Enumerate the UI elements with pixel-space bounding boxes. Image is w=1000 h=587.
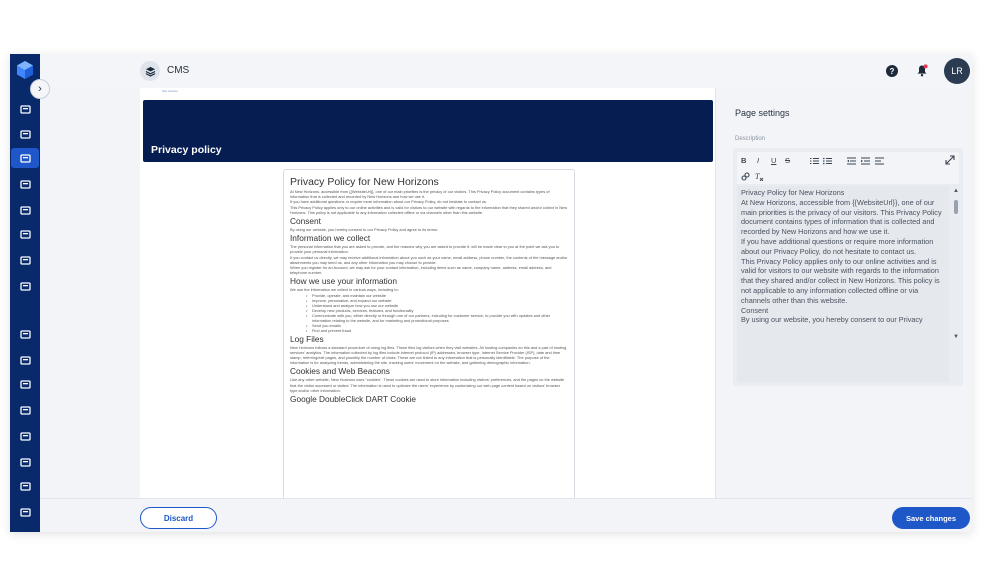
users-icon[interactable] (15, 502, 35, 522)
doc-heading: Consent (290, 216, 321, 227)
svg-text:?: ? (890, 67, 895, 76)
doc-paragraph: New Horizons follows a standard procedur… (290, 344, 567, 366)
calendar-icon[interactable] (15, 200, 35, 220)
save-changes-button[interactable]: Save changes (892, 507, 970, 529)
flag-icon[interactable] (15, 374, 35, 394)
description-editor: B I U S T Privacy Policy for New Horizon… (733, 148, 963, 386)
car-front-icon[interactable] (15, 400, 35, 420)
doc-heading: Cookies and Web Beacons (290, 366, 390, 377)
link-icon[interactable] (741, 172, 750, 181)
settings-title: Page settings (735, 108, 790, 118)
app-frame: › CMS ? LR Site Section Privacy policy P… (10, 54, 972, 532)
bold-button[interactable]: B (741, 156, 746, 165)
table-icon[interactable] (15, 250, 35, 270)
payments-icon[interactable] (15, 174, 35, 194)
editor-line: If you have additional questions or requ… (741, 236, 934, 256)
doc-paragraph: At New Horizons, accessible from {{Websi… (290, 189, 550, 200)
doc-paragraph: This Privacy Policy applies only to our … (290, 204, 568, 215)
doc-paragraph: When you register for an Account, we may… (290, 265, 552, 276)
policy-document[interactable]: Privacy Policy for New Horizons At New H… (283, 169, 575, 498)
editor-line: At New Horizons, accessible from {{Websi… (741, 197, 942, 237)
scroll-thumb[interactable] (954, 200, 958, 214)
scroll-up-icon[interactable]: ▲ (953, 188, 959, 194)
help-icon[interactable]: ? (886, 65, 898, 77)
list-item: Find and prevent fraud (306, 328, 568, 333)
indent-icon[interactable] (861, 157, 870, 165)
discard-button[interactable]: Discard (140, 507, 217, 529)
user-avatar[interactable]: LR (944, 58, 970, 84)
editor-line: This Privacy Policy applies only to our … (741, 256, 940, 305)
expand-sidebar-button[interactable]: › (30, 79, 50, 99)
description-label: Description (735, 136, 766, 142)
truck-icon[interactable] (15, 476, 35, 496)
doc-paragraph: Like any other website, New Horizons use… (290, 377, 565, 393)
notification-bell-icon[interactable] (916, 64, 928, 77)
car-icon[interactable] (15, 350, 35, 370)
list-item: Communicate with you, either directly or… (306, 313, 568, 323)
archive-icon[interactable] (15, 224, 35, 244)
top-bar: CMS ? LR (40, 54, 972, 88)
clear-format-icon[interactable]: T (755, 172, 764, 181)
logo-icon[interactable] (15, 60, 35, 80)
outdent-icon[interactable] (847, 157, 856, 165)
tools-icon[interactable] (15, 426, 35, 446)
doc-title: Privacy Policy for New Horizons (290, 176, 439, 188)
editor-line: By using our website, you hereby consent… (741, 315, 923, 325)
doc-heading: Google DoubleClick DART Cookie (290, 394, 417, 405)
bottom-action-bar: Discard Save changes (40, 498, 972, 532)
doc-heading: Log Files (290, 333, 324, 344)
doc-list: Provide, operate, and maintain our websi… (290, 293, 568, 333)
doc-paragraph: By using our website, you hereby consent… (290, 227, 439, 233)
scroll-down-icon[interactable]: ▼ (953, 334, 959, 340)
page-canvas: Site Section Privacy policy Privacy Poli… (140, 88, 716, 498)
align-left-icon[interactable] (875, 157, 884, 165)
page-settings-panel: Page settings Description B I U S T Priv… (717, 88, 972, 498)
cms-layers-icon (140, 61, 160, 81)
editor-line: Consent (741, 305, 769, 315)
hero-banner[interactable]: Privacy policy (143, 100, 713, 162)
grid-icon[interactable] (15, 324, 35, 344)
section-label: Site Section (162, 89, 179, 93)
dashboard-icon[interactable] (15, 99, 35, 119)
expand-editor-icon[interactable] (945, 155, 955, 165)
inbox-icon[interactable] (15, 124, 35, 144)
editor-toolbar: B I U S T (737, 152, 959, 184)
app-title: CMS (167, 65, 190, 76)
underline-button[interactable]: U (771, 156, 776, 165)
doc-heading: How we use your information (290, 276, 397, 287)
doc-paragraph: The personal information that you are as… (290, 244, 560, 255)
bullet-list-icon[interactable] (823, 157, 832, 165)
hero-title: Privacy policy (151, 144, 222, 156)
vehicle-icon[interactable] (15, 452, 35, 472)
italic-button[interactable]: I (757, 156, 759, 165)
editor-scrollbar[interactable]: ▲ ▼ (953, 188, 960, 340)
svg-text:T: T (755, 172, 760, 181)
layers-icon[interactable] (11, 148, 39, 168)
secondary-sidebar (40, 54, 138, 532)
numbered-list-icon[interactable] (810, 157, 819, 165)
editor-line: Privacy Policy for New Horizons (741, 188, 845, 197)
doc-heading: Information we collect (290, 233, 371, 244)
left-rail (10, 54, 40, 532)
location-icon[interactable] (15, 276, 35, 296)
description-textarea[interactable]: Privacy Policy for New Horizons At New H… (737, 186, 949, 382)
doc-paragraph: If you contact us directly, we may recei… (290, 254, 568, 265)
strikethrough-button[interactable]: S (785, 156, 790, 165)
